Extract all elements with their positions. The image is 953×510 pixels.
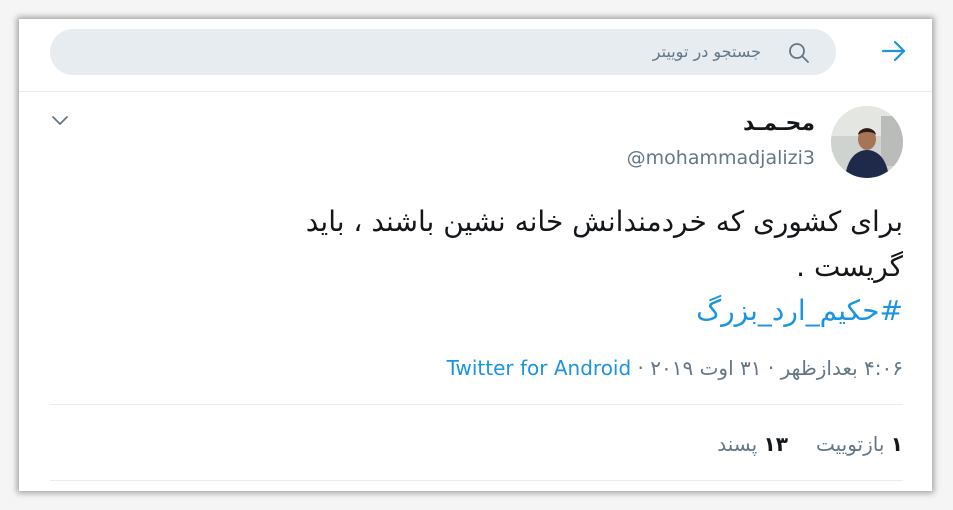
tweet-text-line: برای کشوری که خردمندانش خانه نشین باشند … [305, 205, 903, 238]
tweet-page: جستجو در توییتر محـمـد @mohammadjalizi3 … [19, 19, 932, 491]
meta-separator: · [637, 356, 644, 380]
retweets-label: بازتوییت [815, 432, 885, 456]
retweets-count: ۱ [890, 432, 903, 456]
divider [50, 480, 903, 481]
meta-separator: · [767, 356, 775, 380]
hashtag-link[interactable]: #حکیم_ارد_بزرگ [696, 291, 903, 331]
tweet-date[interactable]: ۳۱ اوت ۲۰۱۹ [650, 356, 761, 380]
tweet-stats: ۱ بازتوییت ۱۳ پسند [717, 432, 903, 456]
tweet-text-line: گریست . [796, 250, 903, 283]
tweet-time: ۴:۰۶ بعدازظهر [780, 356, 903, 380]
likes-label: پسند [717, 432, 758, 456]
search-icon [789, 43, 809, 63]
tweet-text: برای کشوری که خردمندانش خانه نشین باشند … [103, 199, 903, 289]
divider [50, 404, 903, 405]
retweets-stat[interactable]: ۱ بازتوییت [816, 432, 903, 456]
arrow-right-icon[interactable] [880, 39, 908, 63]
divider [19, 91, 932, 92]
search-input[interactable]: جستجو در توییتر [653, 42, 761, 61]
likes-count: ۱۳ [763, 432, 788, 456]
tweet-metadata: ۴:۰۶ بعدازظهر · ۳۱ اوت ۲۰۱۹ · Twitter fo… [447, 356, 903, 380]
avatar-image [831, 106, 903, 178]
avatar[interactable] [831, 106, 903, 178]
author-handle[interactable]: @mohammadjalizi3 [627, 147, 815, 169]
search-bar[interactable]: جستجو در توییتر [50, 29, 836, 75]
chevron-down-icon[interactable] [51, 114, 69, 128]
tweet-source-link[interactable]: Twitter for Android [447, 356, 632, 380]
likes-stat[interactable]: ۱۳ پسند [717, 432, 788, 456]
author-name[interactable]: محـمـد [743, 111, 815, 136]
